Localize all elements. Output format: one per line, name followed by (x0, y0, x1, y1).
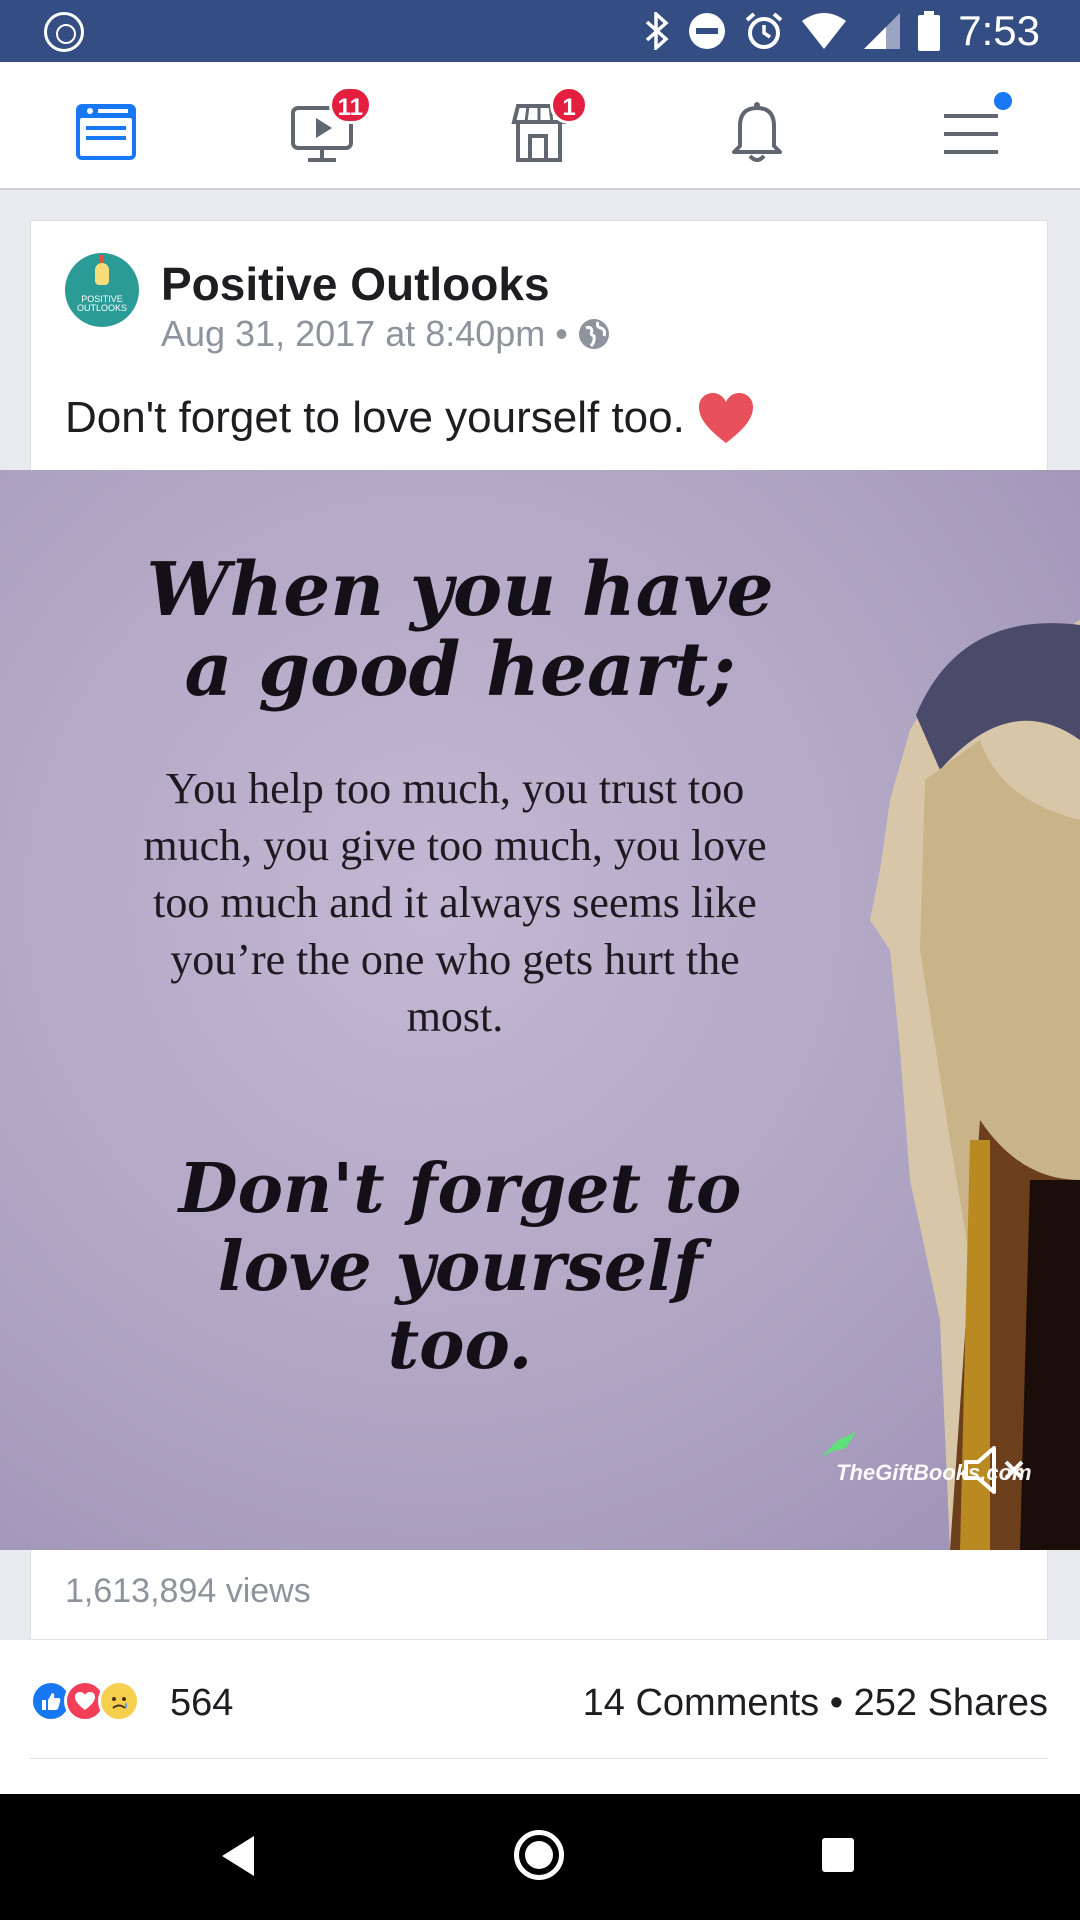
mute-speaker-icon[interactable] (960, 1440, 1030, 1500)
app-notification-icon (44, 12, 84, 52)
meta-separator: • (555, 313, 568, 354)
marketplace-tab[interactable]: 1 (504, 86, 588, 166)
wifi-icon (802, 13, 847, 49)
post-video[interactable]: When you have a good heart; You help too… (0, 470, 1080, 1550)
reactions-summary[interactable]: 564 14 Comments • 252 Shares (0, 1640, 1080, 1760)
lightbulb-icon (95, 255, 109, 285)
watermark-bird-icon (820, 1432, 856, 1458)
avatar-label: POSITIVE OUTLOOKS (76, 294, 127, 313)
recent-apps-button-icon[interactable] (822, 1838, 854, 1872)
post-timestamp[interactable]: Aug 31, 2017 at 8:40pm (161, 313, 545, 355)
post-card: POSITIVE OUTLOOKS Positive Outlooks Aug … (30, 220, 1048, 470)
page-avatar[interactable]: POSITIVE OUTLOOKS (65, 253, 139, 327)
bell-icon (732, 102, 782, 162)
cell-signal-icon (864, 13, 901, 49)
engagement-stats: 14 Comments • 252 Shares (583, 1682, 1048, 1725)
bluetooth-icon (646, 12, 669, 50)
comments-count[interactable]: 14 Comments (583, 1682, 820, 1724)
reaction-count[interactable]: 564 (170, 1682, 233, 1725)
post-text-content: Don't forget to love yourself too. (65, 393, 685, 442)
action-bar-peek (0, 1760, 1080, 1794)
battery-icon (918, 11, 941, 51)
alarm-icon (745, 12, 783, 49)
top-navigation-bar: 11 1 (0, 62, 1080, 190)
post-meta: Aug 31, 2017 at 8:40pm • (161, 313, 610, 355)
home-button-icon[interactable] (514, 1830, 564, 1880)
menu-notification-dot (994, 92, 1012, 110)
woman-figure-image (870, 620, 1080, 1550)
quote-title: When you have a good heart; (146, 547, 774, 713)
news-feed-icon (76, 104, 136, 160)
view-count: 1,613,894 views (65, 1572, 311, 1610)
menu-tab[interactable] (938, 92, 1012, 166)
marketplace-badge: 1 (550, 86, 588, 124)
quote-body: You help too much, you trust too much, y… (143, 764, 767, 1041)
watch-tab[interactable]: 11 (288, 86, 372, 166)
watch-badge: 11 (328, 86, 372, 124)
status-bar: 7:53 (0, 0, 1080, 62)
news-feed-tab[interactable] (72, 96, 142, 166)
do-not-disturb-icon (689, 13, 726, 49)
shares-count[interactable]: 252 Shares (854, 1682, 1048, 1724)
post-text: Don't forget to love yourself too. (65, 391, 755, 445)
video-info: 1,613,894 views (30, 1550, 1048, 1640)
clock: 7:53 (958, 7, 1040, 54)
action-divider (30, 1758, 1048, 1759)
system-navigation-bar (0, 1794, 1080, 1920)
quote-ending: Don't forget to love yourself too. (178, 1149, 742, 1385)
notifications-tab[interactable] (722, 96, 792, 166)
globe-icon (578, 319, 609, 349)
reaction-icons (30, 1680, 140, 1722)
page-name-link[interactable]: Positive Outlooks (161, 257, 550, 311)
status-icons: 7:53 (644, 8, 1040, 54)
back-button-icon[interactable] (222, 1836, 254, 1876)
sad-reaction-icon (98, 1680, 140, 1722)
red-heart-icon (698, 393, 753, 443)
stats-separator: • (829, 1682, 844, 1724)
